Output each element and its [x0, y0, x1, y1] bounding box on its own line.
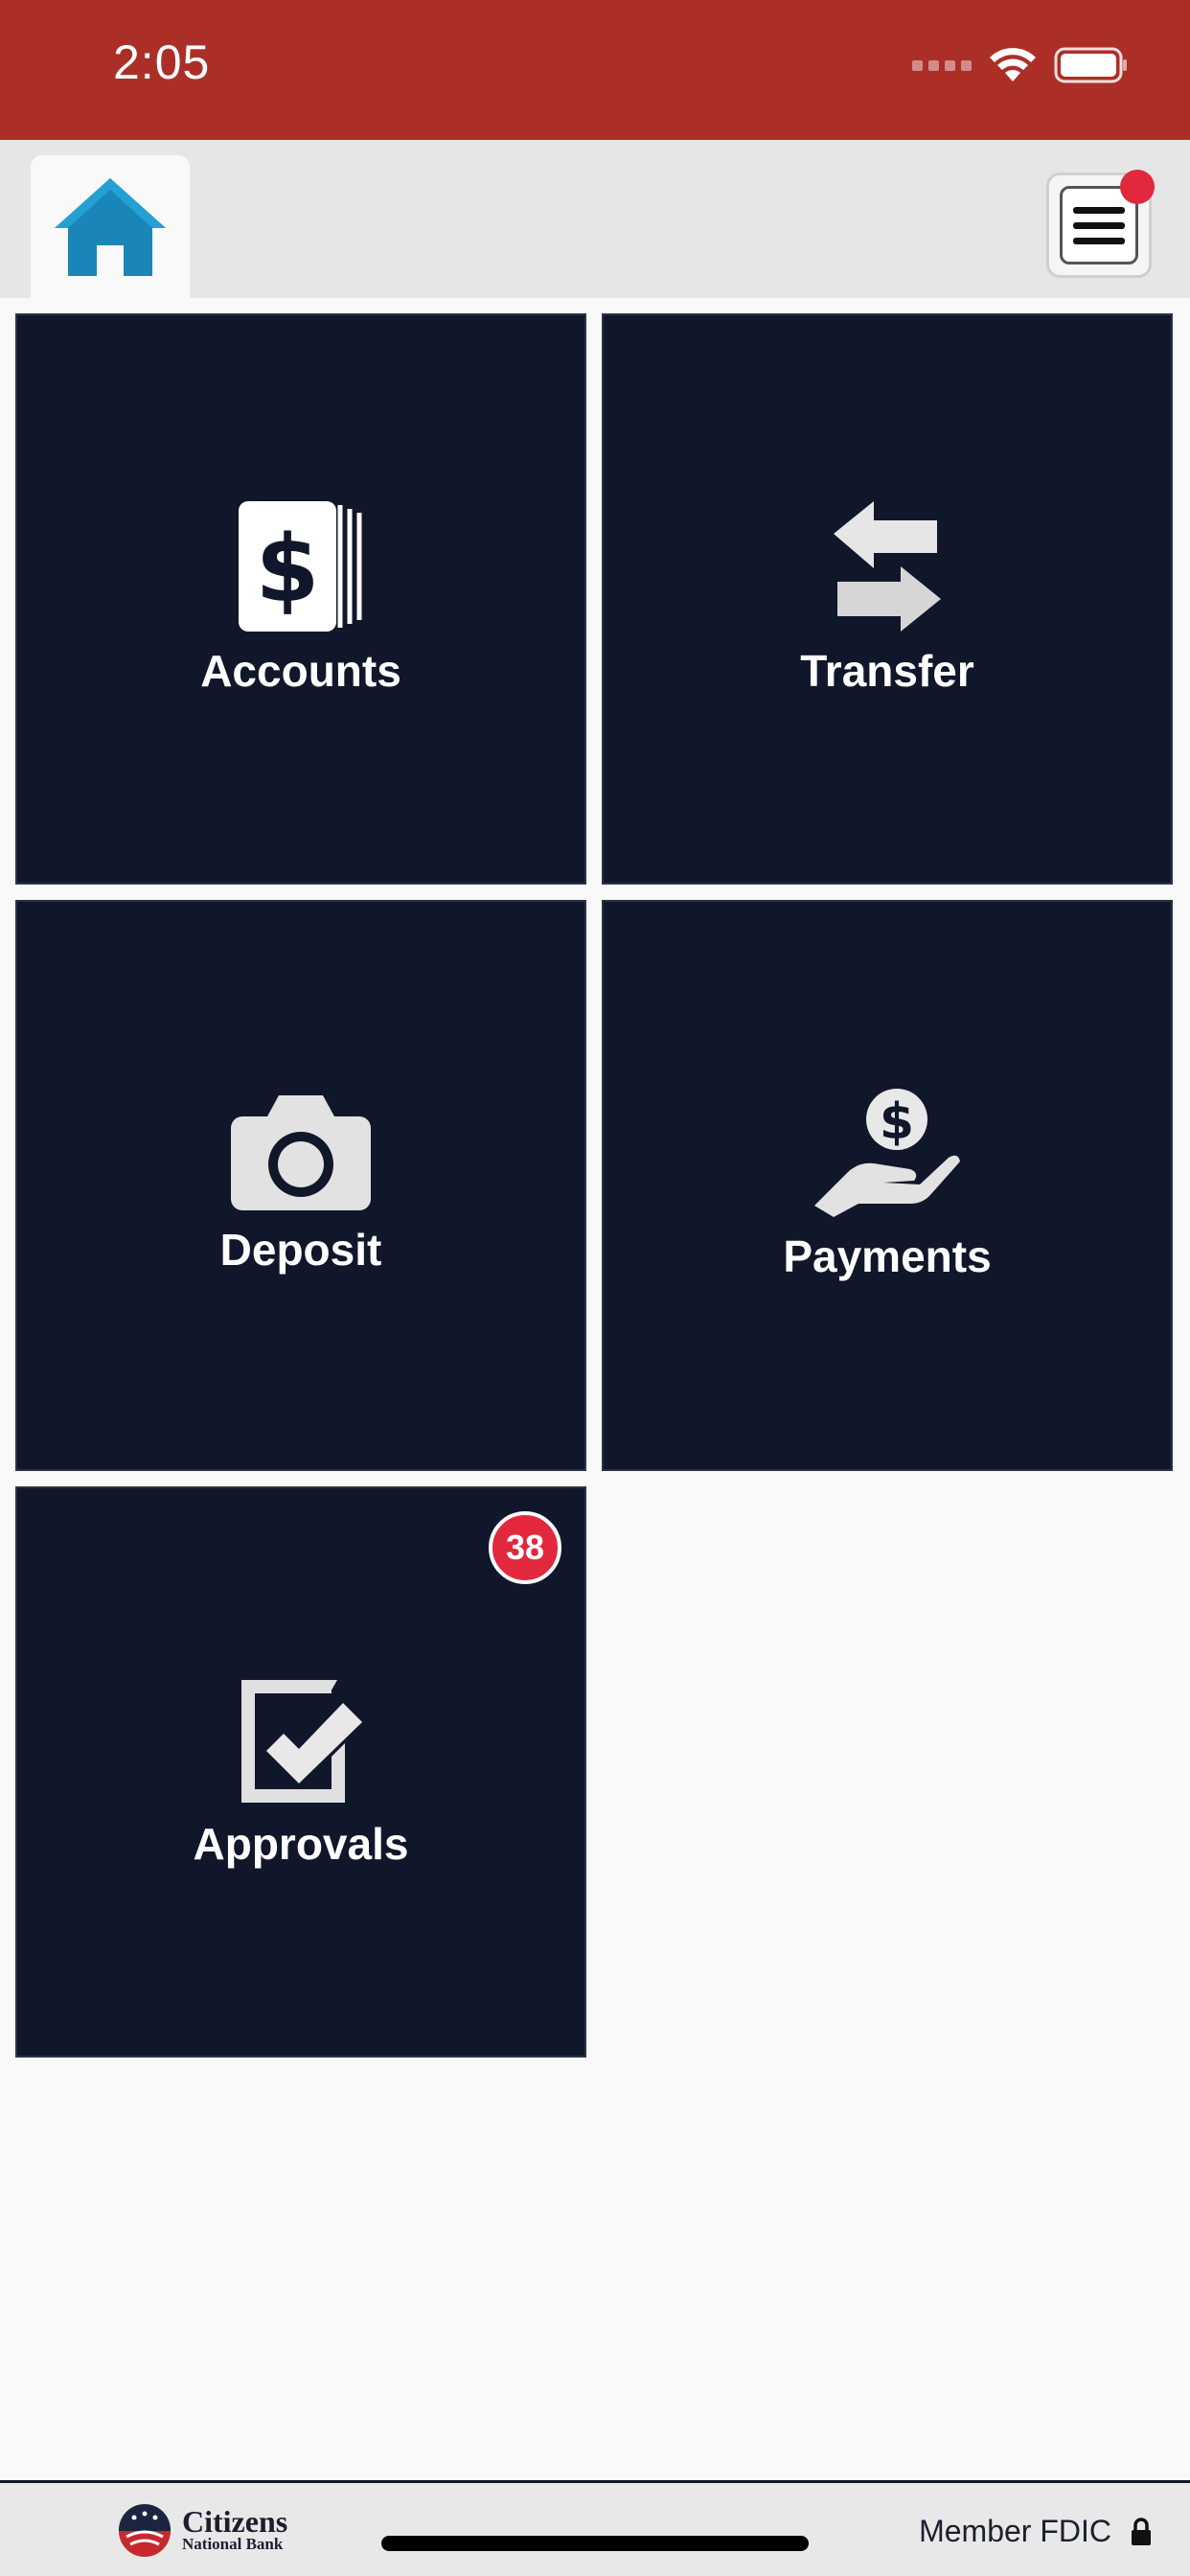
- home-icon: [55, 177, 166, 276]
- accounts-tile[interactable]: $ Accounts: [15, 313, 586, 885]
- footer: Citizens National Bank Member FDIC: [0, 2480, 1190, 2576]
- wifi-icon: [990, 48, 1036, 81]
- approvals-count-badge: 38: [489, 1511, 561, 1584]
- fdic-text: Member FDIC: [919, 2514, 1111, 2548]
- notification-dot: [1120, 170, 1155, 204]
- deposit-label: Deposit: [219, 1225, 382, 1275]
- logo-text-sub: National Bank: [182, 2535, 284, 2553]
- status-icons: [912, 46, 1129, 84]
- menu-button[interactable]: [1046, 170, 1155, 278]
- status-time: 2:05: [113, 35, 211, 89]
- citizens-logo: Citizens National Bank: [117, 2502, 287, 2558]
- transfer-label: Transfer: [800, 646, 974, 696]
- home-tab[interactable]: [31, 155, 190, 298]
- member-fdic: Member FDIC: [919, 2514, 1152, 2549]
- checkbox-approval-icon: [241, 1680, 362, 1803]
- top-navigation: [0, 140, 1190, 298]
- svg-text:$: $: [256, 516, 320, 623]
- transfer-arrows-icon: [834, 501, 941, 632]
- battery-icon: [1054, 47, 1127, 83]
- camera-icon: [231, 1095, 371, 1210]
- status-bar: 2:05: [0, 0, 1190, 140]
- payments-tile[interactable]: $ Payments: [602, 900, 1173, 1471]
- deposit-tile[interactable]: Deposit: [15, 900, 586, 1471]
- dollar-cards-icon: $: [239, 501, 362, 632]
- bank-logo-icon: [119, 2504, 171, 2557]
- payments-label: Payments: [783, 1231, 992, 1281]
- logo-text-main: Citizens: [182, 2504, 288, 2539]
- lock-icon: [1132, 2517, 1151, 2545]
- hand-coin-icon: $: [814, 1089, 960, 1217]
- svg-text:$: $: [880, 1093, 914, 1151]
- approvals-label: Approvals: [193, 1819, 409, 1869]
- transfer-tile[interactable]: Transfer: [602, 313, 1173, 885]
- home-indicator[interactable]: [381, 2536, 809, 2551]
- accounts-label: Accounts: [200, 646, 401, 696]
- approvals-tile[interactable]: 38 Approvals: [15, 1486, 586, 2058]
- cellular-signal-icon: [912, 59, 972, 71]
